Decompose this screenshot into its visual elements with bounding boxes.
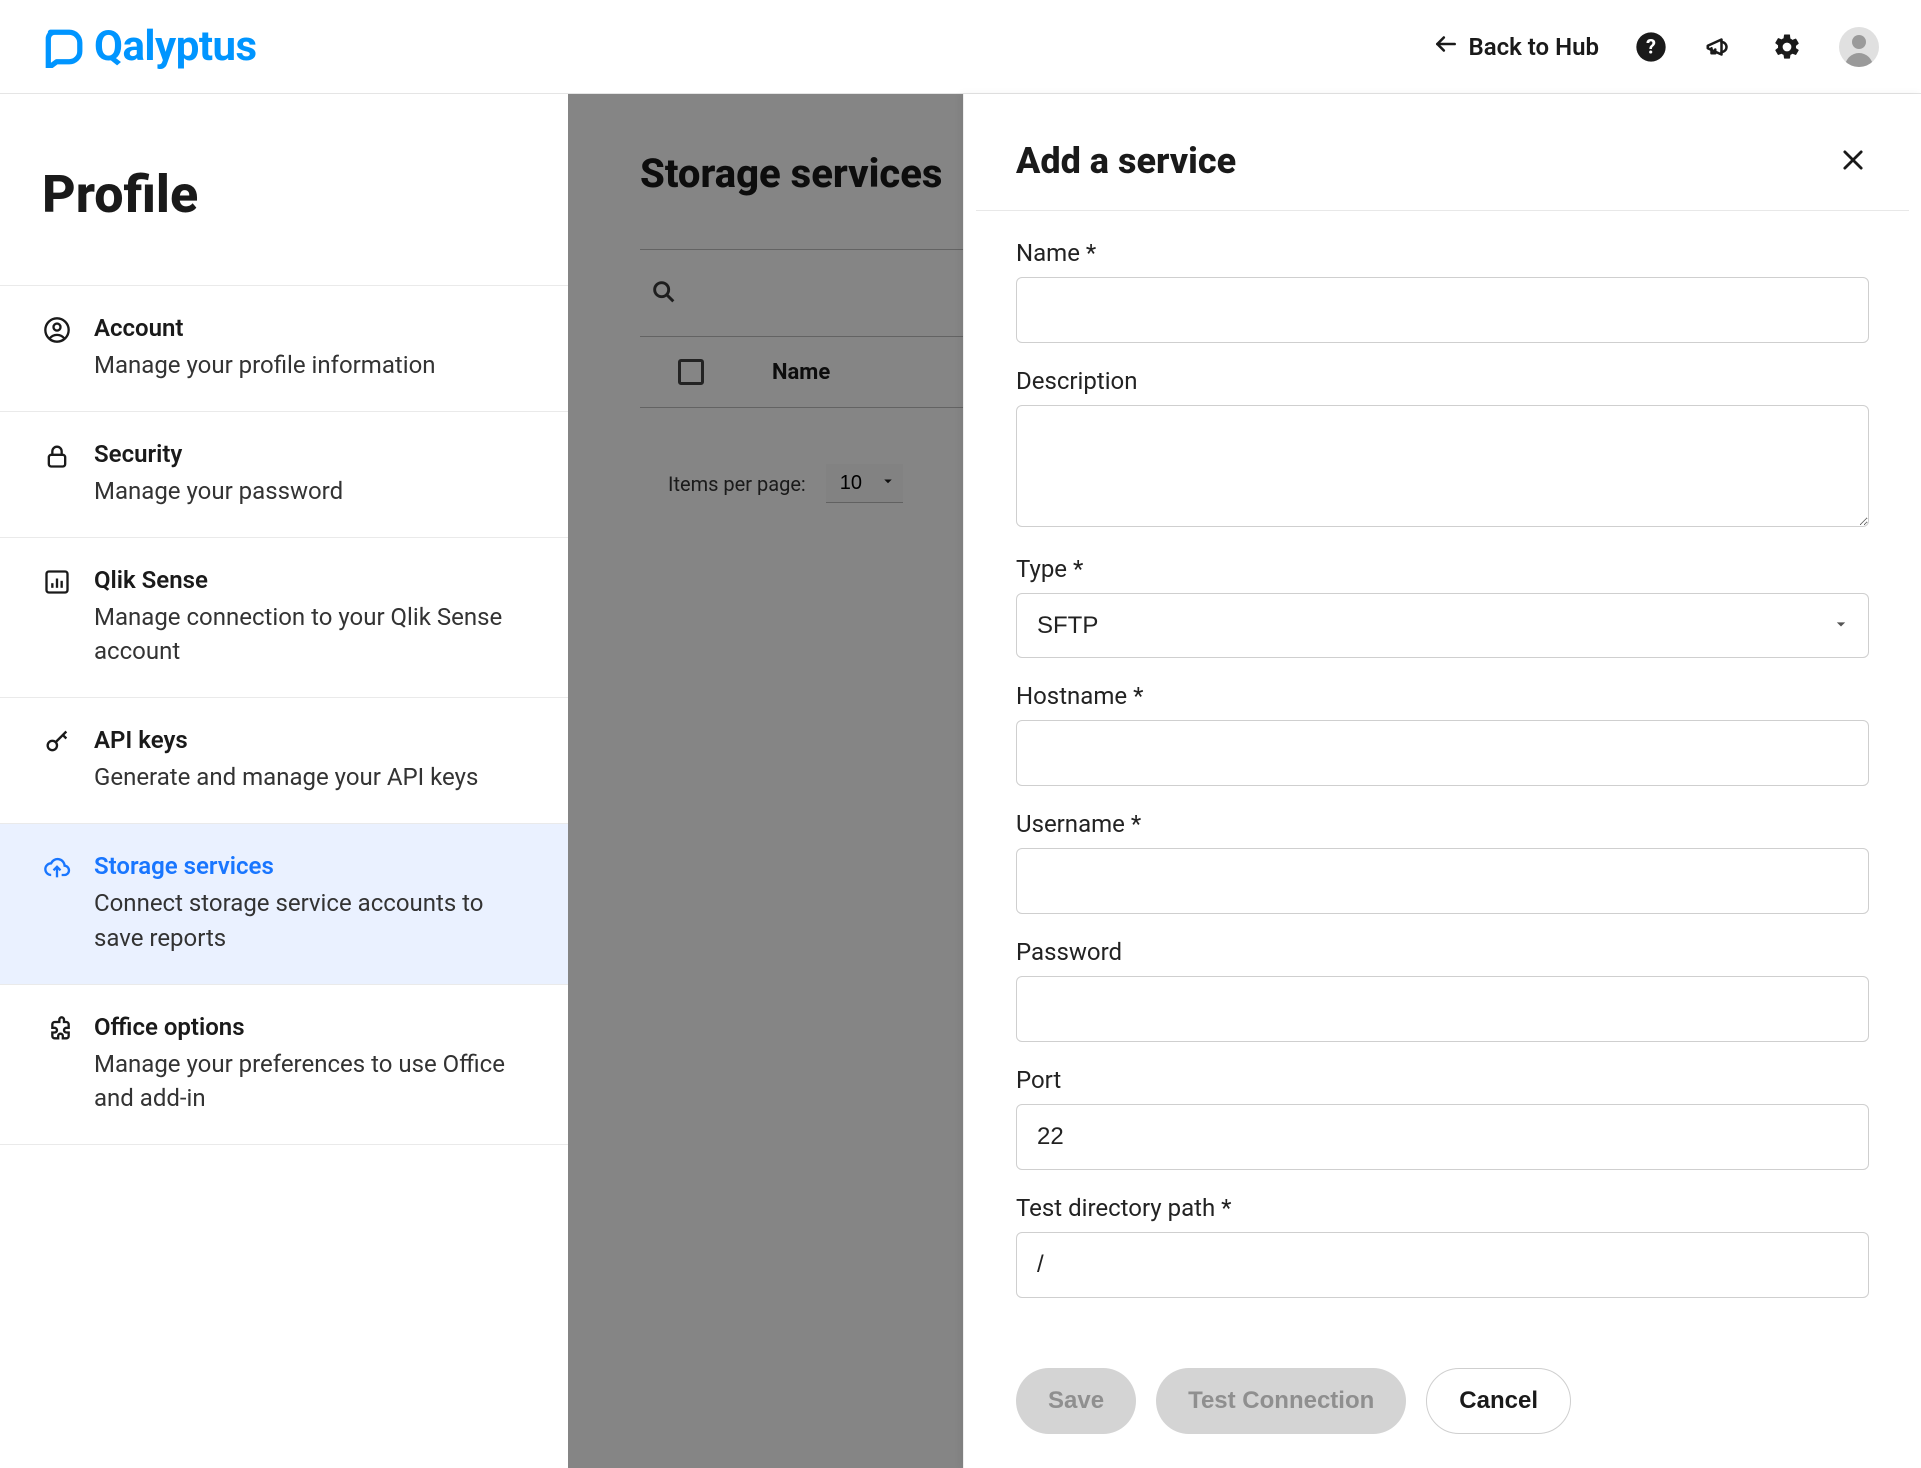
sidebar-item-label: Security: [94, 440, 526, 468]
lock-icon: [42, 440, 72, 509]
password-input[interactable]: [1016, 976, 1869, 1042]
sidebar-item-desc: Generate and manage your API keys: [94, 760, 526, 795]
sidebar-item-api-keys[interactable]: API keys Generate and manage your API ke…: [0, 697, 568, 823]
brand-mark-icon: [42, 26, 84, 68]
sidebar-item-label: Qlik Sense: [94, 566, 526, 594]
back-to-hub-label: Back to Hub: [1469, 33, 1599, 61]
sidebar-item-label: Storage services: [94, 852, 526, 880]
hostname-input[interactable]: [1016, 720, 1869, 786]
close-icon[interactable]: [1839, 146, 1869, 176]
description-label: Description: [1016, 367, 1869, 395]
sidebar-item-qlik-sense[interactable]: Qlik Sense Manage connection to your Qli…: [0, 537, 568, 698]
sidebar-item-label: Office options: [94, 1013, 526, 1041]
key-icon: [42, 726, 72, 795]
svg-text:?: ?: [1646, 34, 1656, 58]
sidebar-item-desc: Manage your profile information: [94, 348, 526, 383]
hostname-label: Hostname *: [1016, 682, 1869, 710]
drawer-title: Add a service: [1016, 140, 1236, 182]
sidebar-item-label: Account: [94, 314, 526, 342]
sidebar-item-desc: Manage your password: [94, 474, 526, 509]
port-label: Port: [1016, 1066, 1869, 1094]
back-to-hub-link[interactable]: Back to Hub: [1433, 31, 1599, 63]
puzzle-icon: [42, 1013, 72, 1117]
test-connection-button[interactable]: Test Connection: [1156, 1368, 1406, 1434]
help-icon[interactable]: ?: [1635, 31, 1667, 63]
cloud-upload-icon: [42, 852, 72, 956]
username-input[interactable]: [1016, 848, 1869, 914]
cancel-button[interactable]: Cancel: [1426, 1368, 1571, 1434]
save-button[interactable]: Save: [1016, 1368, 1136, 1434]
name-input[interactable]: [1016, 277, 1869, 343]
sidebar-item-desc: Manage connection to your Qlik Sense acc…: [94, 600, 526, 670]
password-label: Password: [1016, 938, 1869, 966]
test-path-input[interactable]: [1016, 1232, 1869, 1298]
type-label: Type *: [1016, 555, 1869, 583]
main-stage: Storage services Name Items per page: 10: [568, 94, 1921, 1468]
page-title: Profile: [0, 94, 568, 285]
drawer-footer: Save Test Connection Cancel: [964, 1344, 1921, 1468]
sidebar-item-label: API keys: [94, 726, 526, 754]
header-actions: Back to Hub ?: [1433, 27, 1879, 67]
announcements-icon[interactable]: [1703, 31, 1735, 63]
description-input[interactable]: [1016, 405, 1869, 527]
type-select[interactable]: SFTP: [1016, 593, 1869, 658]
settings-gear-icon[interactable]: [1771, 31, 1803, 63]
username-label: Username *: [1016, 810, 1869, 838]
profile-sidebar: Profile Account Manage your profile info…: [0, 94, 568, 1468]
brand-name: Qalyptus: [94, 22, 257, 71]
app-header: Qalyptus Back to Hub ?: [0, 0, 1921, 94]
brand-logo[interactable]: Qalyptus: [42, 22, 257, 71]
test-path-label: Test directory path *: [1016, 1194, 1869, 1222]
port-input[interactable]: [1016, 1104, 1869, 1170]
sidebar-item-desc: Connect storage service accounts to save…: [94, 886, 526, 956]
bar-chart-icon: [42, 566, 72, 670]
add-service-drawer: Add a service Name * Description Type *: [963, 94, 1921, 1468]
user-circle-icon: [42, 314, 72, 383]
sidebar-item-storage-services[interactable]: Storage services Connect storage service…: [0, 823, 568, 984]
sidebar-item-office-options[interactable]: Office options Manage your preferences t…: [0, 984, 568, 1146]
arrow-left-icon: [1433, 31, 1459, 63]
sidebar-item-account[interactable]: Account Manage your profile information: [0, 285, 568, 411]
sidebar-item-security[interactable]: Security Manage your password: [0, 411, 568, 537]
sidebar-item-desc: Manage your preferences to use Office an…: [94, 1047, 526, 1117]
name-label: Name *: [1016, 239, 1869, 267]
user-avatar[interactable]: [1839, 27, 1879, 67]
